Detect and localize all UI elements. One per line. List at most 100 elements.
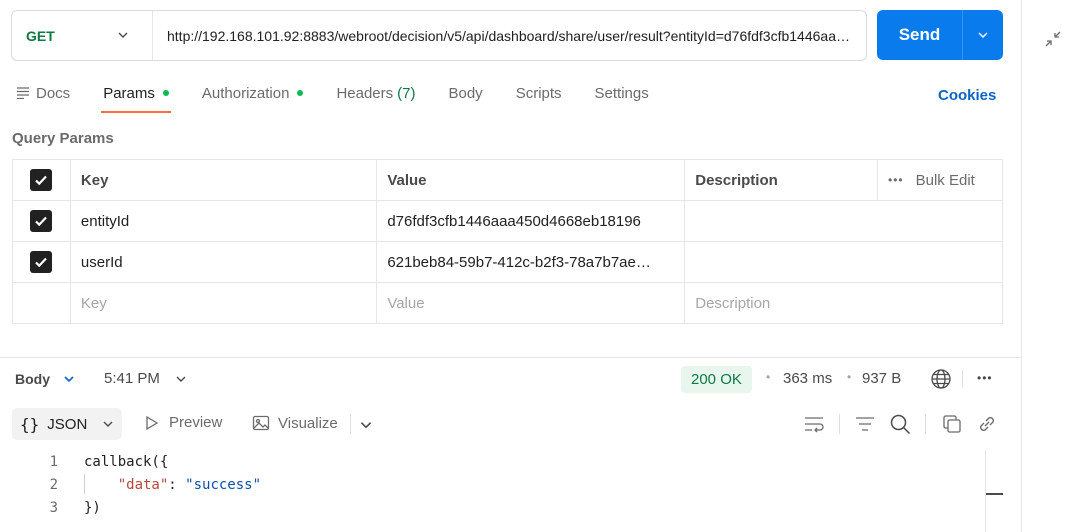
preview-button[interactable]: Preview bbox=[144, 414, 222, 431]
select-all-checkbox[interactable] bbox=[30, 169, 53, 191]
column-header-key: Key bbox=[69, 159, 378, 201]
tab-headers[interactable]: Headers (7) bbox=[336, 80, 415, 106]
chevron-down-icon bbox=[978, 32, 988, 39]
send-options-button[interactable] bbox=[963, 28, 1003, 42]
response-code[interactable]: 1 callback({ 2 "data": "success" 3 }) bbox=[0, 450, 261, 519]
filter-icon[interactable] bbox=[854, 413, 876, 435]
cookies-link[interactable]: Cookies bbox=[938, 87, 996, 104]
wrap-lines-icon[interactable] bbox=[803, 413, 825, 435]
json-colon: : bbox=[168, 476, 186, 493]
chevron-down-icon bbox=[176, 376, 186, 382]
link-icon[interactable] bbox=[976, 413, 998, 435]
json-value: "success" bbox=[185, 476, 262, 493]
tab-authorization-label: Authorization bbox=[201, 84, 290, 102]
query-params-table: Key Value Description ••• Bulk Edit enti… bbox=[12, 159, 1003, 324]
row-checkbox[interactable] bbox=[30, 210, 53, 232]
row-checkbox[interactable] bbox=[30, 251, 53, 273]
visualize-button[interactable]: Visualize bbox=[252, 414, 338, 432]
headers-count: (7) bbox=[397, 84, 416, 102]
scrollbar-thumb[interactable] bbox=[986, 493, 1003, 495]
separator-dot: • bbox=[847, 370, 852, 384]
tab-body[interactable]: Body bbox=[448, 80, 482, 106]
param-value[interactable]: d76fdf3cfb1446aaa450d4668eb18196 bbox=[376, 200, 686, 242]
param-key[interactable]: entityId bbox=[69, 200, 378, 242]
response-body-label: Body bbox=[15, 371, 50, 387]
row-checkbox-cell bbox=[12, 241, 71, 283]
separator-dot: • bbox=[766, 370, 771, 384]
tab-scripts[interactable]: Scripts bbox=[516, 80, 562, 106]
check-icon bbox=[35, 257, 48, 268]
bulk-edit-cell: ••• Bulk Edit bbox=[877, 159, 1003, 201]
toolbar-divider bbox=[925, 414, 926, 434]
copy-icon[interactable] bbox=[941, 413, 963, 435]
param-description[interactable] bbox=[684, 200, 1003, 242]
image-icon bbox=[252, 415, 270, 431]
braces-icon: {} bbox=[20, 414, 40, 434]
tab-settings-label: Settings bbox=[594, 84, 649, 102]
param-value[interactable]: 621beb84-59b7-412c-b2f3-78a7b7ae… bbox=[376, 241, 686, 283]
check-icon bbox=[35, 175, 48, 186]
code-line: 3 }) bbox=[0, 496, 261, 519]
query-params-title: Query Params bbox=[12, 130, 114, 147]
table-row: userId 621beb84-59b7-412c-b2f3-78a7b7ae… bbox=[12, 241, 1003, 283]
visualize-label: Visualize bbox=[278, 414, 338, 432]
table-row-new: Key Value Description bbox=[12, 282, 1003, 324]
request-tabs: Docs Params Authorization Headers (7) Bo… bbox=[16, 80, 682, 114]
send-button[interactable]: Send bbox=[877, 10, 1003, 60]
tab-docs-label: Docs bbox=[36, 84, 71, 102]
code-line: 1 callback({ bbox=[0, 450, 261, 473]
toolbar-divider bbox=[962, 370, 963, 388]
response-size[interactable]: 937 B bbox=[862, 370, 901, 387]
method-select[interactable]: GET bbox=[12, 11, 153, 60]
code-text: callback({ bbox=[84, 453, 169, 470]
line-number: 2 bbox=[49, 476, 58, 493]
column-header-value: Value bbox=[376, 159, 686, 201]
docs-icon bbox=[17, 87, 29, 99]
send-label: Send bbox=[898, 25, 941, 44]
chevron-down-icon bbox=[103, 421, 113, 427]
code-text: "data": "success" bbox=[58, 477, 261, 493]
tab-docs[interactable]: Docs bbox=[16, 80, 70, 106]
new-description-input[interactable]: Description bbox=[684, 282, 1003, 324]
format-select[interactable]: {} JSON bbox=[12, 408, 122, 440]
play-icon bbox=[146, 415, 159, 430]
code-text: }) bbox=[84, 499, 101, 516]
chevron-down-icon[interactable] bbox=[358, 417, 374, 433]
url-input[interactable]: http://192.168.101.92:8883/webroot/decis… bbox=[153, 28, 853, 44]
new-value-input[interactable]: Value bbox=[376, 282, 686, 324]
table-header-row: Key Value Description ••• Bulk Edit bbox=[12, 159, 1003, 201]
tab-settings[interactable]: Settings bbox=[595, 80, 649, 106]
column-header-description: Description bbox=[684, 159, 879, 201]
tab-body-label: Body bbox=[448, 84, 483, 102]
row-checkbox-cell bbox=[12, 200, 71, 242]
line-number: 1 bbox=[49, 453, 58, 470]
param-key[interactable]: userId bbox=[69, 241, 378, 283]
response-history-select[interactable]: 5:41 PM bbox=[104, 370, 188, 387]
new-key-input[interactable]: Key bbox=[69, 282, 378, 324]
param-description[interactable] bbox=[684, 241, 1003, 283]
globe-icon[interactable] bbox=[930, 368, 952, 390]
response-duration[interactable]: 363 ms bbox=[783, 370, 832, 387]
method-label: GET bbox=[26, 27, 55, 44]
status-dot bbox=[297, 90, 304, 96]
line-number: 3 bbox=[49, 499, 58, 516]
status-badge[interactable]: 200 OK bbox=[681, 366, 752, 393]
collapse-icon[interactable] bbox=[1045, 31, 1061, 47]
more-options-icon[interactable]: ••• bbox=[977, 371, 993, 385]
minimap-border bbox=[985, 450, 986, 532]
preview-label: Preview bbox=[169, 414, 223, 431]
more-options-icon[interactable]: ••• bbox=[888, 173, 904, 187]
search-icon[interactable] bbox=[889, 413, 911, 435]
tab-params-label: Params bbox=[103, 84, 155, 102]
row-checkbox-cell bbox=[12, 282, 71, 324]
response-divider bbox=[0, 357, 1021, 358]
json-key: "data" bbox=[117, 476, 169, 493]
response-body-select[interactable]: Body bbox=[15, 371, 76, 387]
tab-params[interactable]: Params bbox=[101, 80, 171, 113]
code-line: 2 "data": "success" bbox=[0, 473, 261, 496]
response-time: 5:41 PM bbox=[104, 370, 160, 387]
tab-authorization[interactable]: Authorization bbox=[202, 80, 304, 106]
toolbar-divider bbox=[350, 414, 351, 434]
right-sidebar bbox=[1021, 0, 1075, 532]
bulk-edit-button[interactable]: Bulk Edit bbox=[916, 172, 975, 189]
